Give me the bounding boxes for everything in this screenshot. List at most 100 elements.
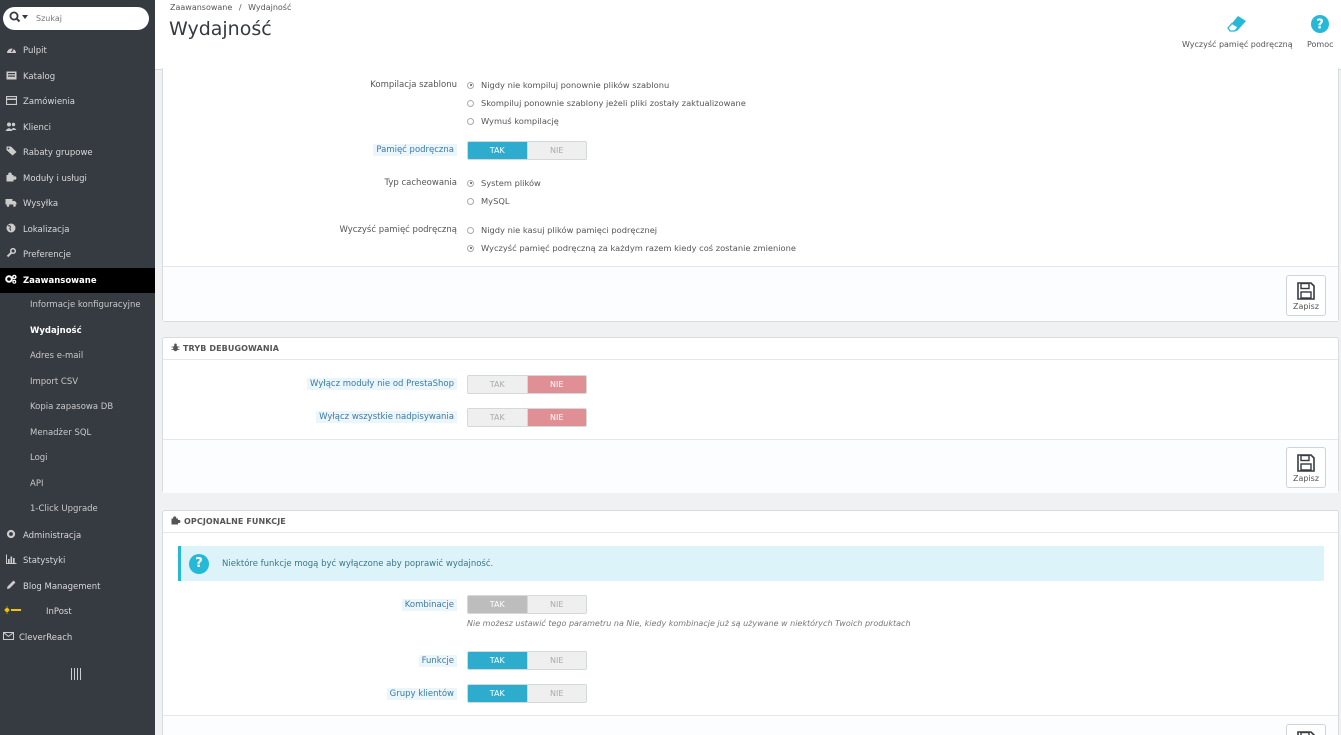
sidebar-item-modules[interactable]: Moduły i usługi xyxy=(0,166,155,191)
sidebar-item-label: Blog Management xyxy=(23,581,101,592)
save-label: Zapisz xyxy=(1292,302,1320,311)
clear-cache-button[interactable]: Wyczyść pamięć podręczną xyxy=(1182,14,1293,49)
sidebar-item-discounts[interactable]: Rabaty grupowe xyxy=(0,140,155,165)
sidebar-item-inpost[interactable]: InPost xyxy=(0,599,155,624)
gears-icon xyxy=(2,274,20,287)
disable-overrides-switch[interactable]: TAK NIE xyxy=(467,408,587,427)
breadcrumb-parent[interactable]: Zaawansowane xyxy=(170,3,232,12)
radio-dot[interactable] xyxy=(467,226,474,234)
radio-label: Nigdy nie kompiluj ponownie plików szabl… xyxy=(481,80,670,90)
combinations-label: Kombinacje xyxy=(401,599,457,611)
sidebar-subitem-sql-manager[interactable]: Menadżer SQL xyxy=(0,420,155,445)
radio-dot[interactable] xyxy=(467,81,474,89)
eraser-icon xyxy=(1182,14,1293,34)
radio-label: MySQL xyxy=(481,196,510,206)
question-icon: ? xyxy=(1307,14,1334,34)
compile-option-never[interactable]: Nigdy nie kompiluj ponownie plików szabl… xyxy=(467,80,669,90)
inpost-icon xyxy=(2,606,42,617)
cog-icon xyxy=(2,529,20,542)
switch-yes[interactable]: TAK xyxy=(468,596,527,613)
switch-no[interactable]: NIE xyxy=(526,685,586,702)
switch-yes[interactable]: TAK xyxy=(468,142,527,159)
sidebar-item-blog[interactable]: Blog Management xyxy=(0,574,155,599)
sidebar-item-localization[interactable]: Lokalizacja xyxy=(0,217,155,242)
sidebar-subitem-email[interactable]: Adres e-mail xyxy=(0,343,155,368)
sidebar-item-orders[interactable]: Zamówienia xyxy=(0,89,155,114)
search-icon[interactable] xyxy=(9,11,31,25)
help-label: Pomoc xyxy=(1307,40,1334,49)
sidebar-item-catalog[interactable]: Katalog xyxy=(0,64,155,89)
clear-cache-always[interactable]: Wyczyść pamięć podręczną za każdym razem… xyxy=(467,243,796,253)
sidebar-subitem-upgrade[interactable]: 1-Click Upgrade xyxy=(0,496,155,521)
envelope-icon xyxy=(0,632,16,643)
combinations-switch[interactable]: TAK NIE xyxy=(467,595,587,614)
features-switch[interactable]: TAK NIE xyxy=(467,651,587,670)
radio-dot[interactable] xyxy=(467,179,474,187)
page-header: Zaawansowane / Wydajność Wydajność Wyczy… xyxy=(155,0,1341,70)
sidebar-item-cleverreach[interactable]: CleverReach xyxy=(0,625,155,650)
tag-icon xyxy=(2,146,20,159)
sidebar-item-label: Rabaty grupowe xyxy=(23,147,93,158)
compile-label: Kompilacja szablonu xyxy=(370,80,457,90)
cache-switch[interactable]: TAK NIE xyxy=(467,141,587,160)
save-button[interactable]: Zapisz xyxy=(1286,447,1326,488)
switch-yes[interactable]: TAK xyxy=(468,376,527,393)
switch-no[interactable]: NIE xyxy=(526,596,586,613)
switch-no[interactable]: NIE xyxy=(526,652,586,669)
sidebar-item-label: Statystyki xyxy=(23,555,66,566)
sidebar-subitem-logs[interactable]: Logi xyxy=(0,445,155,470)
breadcrumb-current: Wydajność xyxy=(248,3,292,12)
switch-no[interactable]: NIE xyxy=(526,142,586,159)
sidebar-item-label: Klienci xyxy=(23,122,51,133)
radio-dot[interactable] xyxy=(467,244,474,252)
sidebar-subitem-db-backup[interactable]: Kopia zapasowa DB xyxy=(0,394,155,419)
customer-groups-switch[interactable]: TAK NIE xyxy=(467,684,587,703)
svg-text:?: ? xyxy=(1316,18,1324,33)
radio-label: Skompiluj ponownie szablony jeżeli pliki… xyxy=(481,98,746,108)
sidebar-subitem-api[interactable]: API xyxy=(0,471,155,496)
sidebar-item-stats[interactable]: Statystyki xyxy=(0,548,155,573)
sidebar-item-administration[interactable]: Administracja xyxy=(0,523,155,548)
clear-cache-never[interactable]: Nigdy nie kasuj plików pamięci podręczne… xyxy=(467,225,657,235)
search-input[interactable] xyxy=(36,11,141,26)
sidebar-item-label: Administracja xyxy=(23,530,82,541)
sidebar-item-advanced[interactable]: Zaawansowane xyxy=(0,268,155,293)
help-button[interactable]: ? Pomoc xyxy=(1307,14,1334,49)
cache-label: Pamięć podręczna xyxy=(373,144,457,156)
sidebar-item-preferences[interactable]: Preferencje xyxy=(0,242,155,267)
cache-type-mysql[interactable]: MySQL xyxy=(467,196,510,206)
switch-no[interactable]: NIE xyxy=(526,409,586,426)
sidebar-subitem-import-csv[interactable]: Import CSV xyxy=(0,369,155,394)
sidebar-item-shipping[interactable]: Wysyłka xyxy=(0,191,155,216)
disable-modules-label: Wyłącz moduły nie od PrestaShop xyxy=(307,378,457,390)
breadcrumb: Zaawansowane / Wydajność xyxy=(170,3,291,12)
switch-yes[interactable]: TAK xyxy=(468,409,527,426)
cache-type-label: Typ cacheowania xyxy=(384,178,458,188)
sidebar-collapse-toggle[interactable] xyxy=(71,668,81,680)
compile-option-updated[interactable]: Skompiluj ponownie szablony jeżeli pliki… xyxy=(467,98,746,108)
switch-yes[interactable]: TAK xyxy=(468,652,527,669)
sidebar-item-dashboard[interactable]: Pulpit xyxy=(0,38,155,63)
sidebar-subitem-performance[interactable]: Wydajność xyxy=(0,318,155,343)
switch-yes[interactable]: TAK xyxy=(468,685,527,702)
radio-dot[interactable] xyxy=(467,117,474,125)
switch-no[interactable]: NIE xyxy=(526,376,586,393)
clear-cache-label: Wyczyść pamięć podręczną xyxy=(1182,40,1293,49)
radio-dot[interactable] xyxy=(467,197,474,205)
truck-icon xyxy=(2,198,20,210)
sidebar-item-label: Moduły i usługi xyxy=(23,173,87,184)
floppy-icon xyxy=(1297,454,1315,472)
optional-panel-heading: OPCJONALNE FUNKCJE xyxy=(163,511,1338,533)
sidebar-subitem-config-info[interactable]: Informacje konfiguracyjne xyxy=(0,292,155,317)
sidebar-item-customers[interactable]: Klienci xyxy=(0,115,155,140)
radio-label: Wyczyść pamięć podręczną za każdym razem… xyxy=(481,243,796,253)
radio-dot[interactable] xyxy=(467,99,474,107)
compile-option-force[interactable]: Wymuś kompilację xyxy=(467,116,559,126)
save-button[interactable]: Zapisz xyxy=(1286,275,1326,316)
disable-overrides-label: Wyłącz wszystkie nadpisywania xyxy=(316,411,457,423)
sidebar-item-label: Zaawansowane xyxy=(23,275,97,286)
save-button[interactable] xyxy=(1286,724,1326,735)
bug-icon xyxy=(171,343,180,354)
disable-modules-switch[interactable]: TAK NIE xyxy=(467,375,587,394)
cache-type-files[interactable]: System plików xyxy=(467,178,541,188)
